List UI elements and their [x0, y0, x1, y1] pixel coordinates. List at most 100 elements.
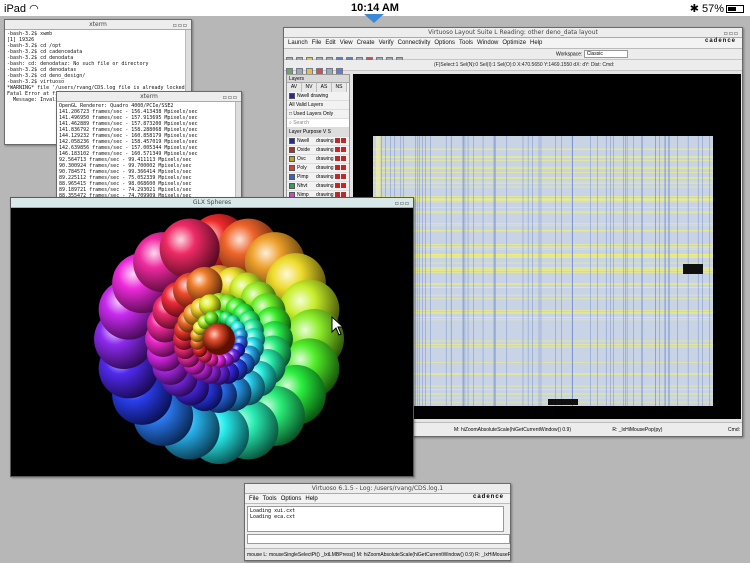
layer-name: Pimp [297, 174, 309, 180]
visible-checkbox[interactable] [334, 174, 340, 180]
menu-item-verify[interactable]: Verify [379, 40, 394, 46]
mouse-cursor-icon [331, 315, 345, 340]
window-titlebar[interactable]: Virtuoso 6.1.5 - Log: /users/rvang/CDS.l… [245, 484, 510, 494]
window-titlebar[interactable]: xterm ▫▫▫ [5, 20, 191, 30]
scrollbar[interactable] [235, 102, 241, 205]
layer-swatch [289, 164, 295, 171]
layer-filter[interactable]: Nwell drawing [287, 92, 349, 101]
toolbar: Workspace: Classic [284, 49, 742, 64]
layer-table-header: Layer Purpose V S [287, 128, 349, 137]
menu-item-help[interactable]: Help [305, 496, 317, 502]
remote-desktop-menu-tab[interactable] [364, 14, 384, 23]
menu-item-optimize[interactable]: Optimize [502, 40, 526, 46]
chip-core [373, 136, 713, 406]
menu-item-tools[interactable]: Tools [263, 496, 277, 502]
window-titlebar[interactable]: Virtuoso Layout Suite L Reading: other d… [284, 28, 742, 38]
cmd-label: Cmd: [728, 427, 740, 433]
selectable-checkbox[interactable] [340, 147, 346, 153]
layer-tab-as[interactable]: AS [317, 83, 332, 92]
layer-tab-av[interactable]: AV [287, 83, 302, 92]
window-controls[interactable]: ▫▫▫ [395, 199, 410, 209]
menu-item-create[interactable]: Create [357, 40, 375, 46]
menu-item-file[interactable]: File [249, 496, 259, 502]
window-title: Virtuoso 6.1.5 - Log: /users/rvang/CDS.l… [311, 485, 444, 492]
layer-purpose: drawing [316, 174, 334, 180]
terminal-window-2[interactable]: xterm ▫▫▫ OpenGL Renderer: Quadro 4000/PC… [56, 91, 242, 206]
mouse-middle-hint: M: hiZoomAbsoluteScale(hiGetCurrentWindo… [454, 427, 571, 433]
layer-purpose: drawing [316, 183, 334, 189]
visible-checkbox[interactable] [334, 183, 340, 189]
menu-item-edit[interactable]: Edit [325, 40, 335, 46]
menu-bar: File Tools Options Help cadence [245, 494, 510, 504]
menu-bar: Launch File Edit View Create Verify Connectivi… [284, 38, 742, 49]
visible-checkbox[interactable] [334, 138, 340, 144]
coordinate-readout: (F)Select:1 Sel(N):0 Sel(I):1 Sel(O):0 X… [434, 62, 615, 68]
layer-swatch [289, 173, 295, 180]
valid-layers-dropdown[interactable]: All Valid Layers [287, 101, 349, 110]
menu-item-launch[interactable]: Launch [288, 40, 308, 46]
layer-name: Nwell [297, 138, 310, 144]
window-title: xterm [140, 93, 158, 100]
layer-swatch [289, 182, 295, 189]
selectable-checkbox[interactable] [340, 165, 346, 171]
window-title: Virtuoso Layout Suite L Reading: other d… [428, 29, 598, 36]
battery-percent: 57% [701, 3, 724, 15]
layer-row[interactable]: Pimp drawing [287, 173, 349, 182]
menu-item-window[interactable]: Window [477, 40, 498, 46]
window-titlebar[interactable]: xterm ▫▫▫ [57, 92, 241, 102]
menu-item-view[interactable]: View [340, 40, 353, 46]
log-status-bar: mouse L: mouseSingleSelectPt() _lxtLMBPr… [245, 548, 510, 560]
layer-swatch [289, 92, 295, 99]
selectable-checkbox[interactable] [340, 156, 346, 162]
layer-name: Oxide [297, 147, 311, 153]
layer-row[interactable]: Nhvt drawing [287, 182, 349, 191]
cadence-logo: cadence [472, 494, 504, 500]
virtuoso-log-window[interactable]: Virtuoso 6.1.5 - Log: /users/rvang/CDS.l… [244, 483, 511, 561]
layer-name: Nhvt [297, 183, 308, 189]
menu-item-help[interactable]: Help [530, 40, 542, 46]
layer-search[interactable]: ⌕ Search [287, 119, 349, 128]
menu-item-tools[interactable]: Tools [459, 40, 473, 46]
layer-row[interactable]: Nwell drawing [287, 137, 349, 146]
battery-icon [726, 5, 744, 14]
window-title: xterm [89, 21, 107, 28]
spheres-render [94, 214, 344, 464]
window-title: GLX Spheres [192, 199, 232, 206]
layer-purpose: drawing [316, 138, 334, 144]
layer-swatch [289, 137, 295, 144]
layer-row[interactable]: Oxide drawing [287, 146, 349, 155]
used-layers-checkbox[interactable]: □ Used Layers Only [287, 110, 349, 119]
layer-purpose: drawing [316, 147, 334, 153]
visible-checkbox[interactable] [334, 156, 340, 162]
layer-name: Poly [297, 165, 307, 171]
mouse-right-hint: R: _lxHiMousePop(py) [612, 427, 663, 433]
selectable-checkbox[interactable] [340, 138, 346, 144]
glx-spheres-window[interactable]: GLX Spheres ▫▫▫ [10, 197, 414, 477]
workspace-dropdown[interactable]: Classic [583, 50, 628, 58]
layer-tab-ns[interactable]: NS [332, 83, 347, 92]
selectable-checkbox[interactable] [340, 174, 346, 180]
layer-tab-nv[interactable]: NV [302, 83, 317, 92]
command-input[interactable] [247, 534, 510, 544]
menu-item-file[interactable]: File [312, 40, 322, 46]
bluetooth-icon: ✱ [689, 3, 699, 15]
layers-panel-title: Layers [287, 75, 349, 83]
menu-item-connectivity[interactable]: Connectivity [398, 40, 431, 46]
layer-purpose: drawing [316, 165, 334, 171]
layer-name: Ovc [297, 156, 306, 162]
visible-checkbox[interactable] [334, 147, 340, 153]
visible-checkbox[interactable] [334, 165, 340, 171]
layer-row[interactable]: Poly drawing [287, 164, 349, 173]
menu-item-options[interactable]: Options [281, 496, 302, 502]
workspace-selector[interactable]: Workspace: Classic [556, 50, 628, 58]
toolbar-2: (F)Select:1 Sel(N):0 Sel(I):1 Sel(O):0 X… [284, 60, 742, 75]
clock: 10:14 AM [351, 2, 399, 14]
menu-item-options[interactable]: Options [434, 40, 455, 46]
layer-swatch [289, 146, 295, 153]
layer-row[interactable]: Ovc drawing [287, 155, 349, 164]
macro-block [548, 399, 578, 405]
selectable-checkbox[interactable] [340, 183, 346, 189]
window-titlebar[interactable]: GLX Spheres ▫▫▫ [11, 198, 413, 208]
cadence-logo: cadence [704, 38, 736, 44]
layer-tabs: AV NV AS NS [287, 83, 349, 92]
